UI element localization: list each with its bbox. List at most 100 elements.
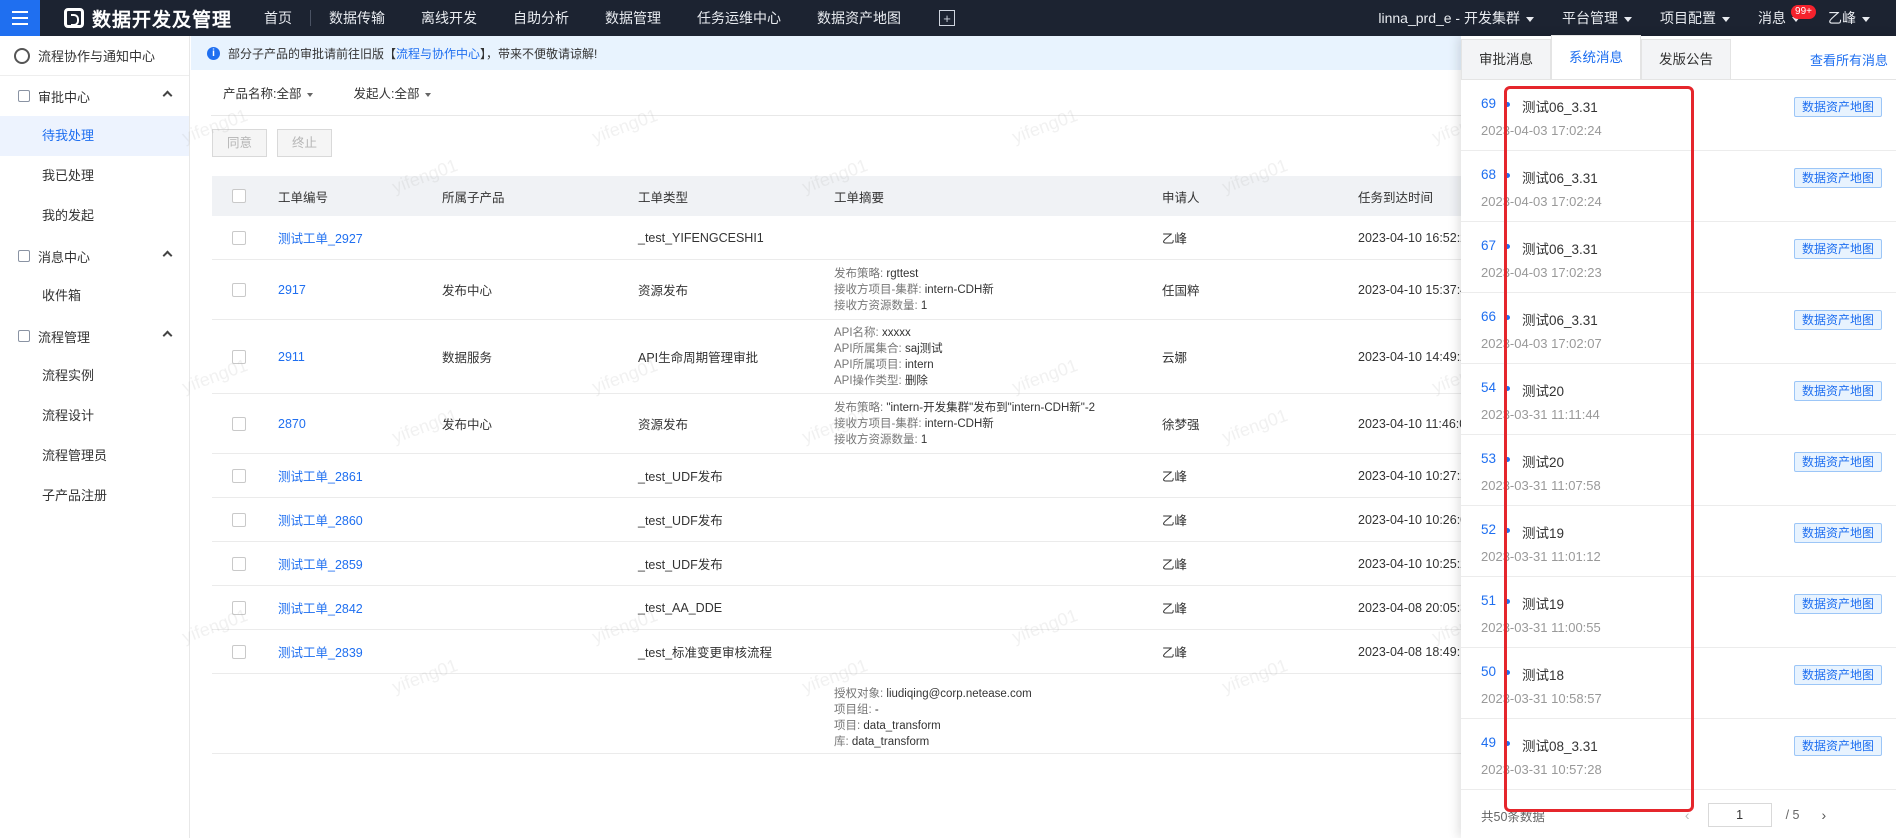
page-input[interactable]: 1	[1707, 803, 1772, 827]
row-checkbox[interactable]	[232, 468, 246, 483]
message-item[interactable]: 53 测试20 2023-03-31 11:07:58 数据资产地图	[1461, 435, 1896, 506]
nav-asset-map[interactable]: 数据资产地图	[799, 0, 919, 36]
row-checkbox[interactable]	[232, 282, 246, 297]
sidebar-item-admins[interactable]: 流程管理员	[0, 436, 189, 476]
add-nav-icon[interactable]: +	[939, 10, 956, 26]
message-item[interactable]: 54 测试20 2023-03-31 11:11:44 数据资产地图	[1461, 364, 1896, 435]
ticket-id-link[interactable]: 测试工单_2842	[262, 598, 426, 617]
table-row[interactable]: 测试工单_2842 _test_AA_DDE 乙峰 2023-04-08 20:05:…	[212, 586, 1652, 630]
cluster-selector[interactable]: linna_prd_e - 开发集群	[1364, 8, 1548, 28]
message-title[interactable]: 测试18	[1522, 664, 1564, 684]
nav-home[interactable]: 首页	[246, 0, 310, 36]
nav-data-management[interactable]: 数据管理	[587, 0, 679, 36]
message-item[interactable]: 49 测试08_3.31 2023-03-31 10:57:28 数据资产地图	[1461, 719, 1896, 790]
message-title[interactable]: 测试06_3.31	[1522, 309, 1598, 329]
ticket-id-link[interactable]: 2911	[262, 350, 426, 364]
initiator-filter[interactable]: 发起人:全部	[353, 83, 432, 102]
message-item[interactable]: 67 测试06_3.31 2023-04-03 17:02:23 数据资产地图	[1461, 222, 1896, 293]
nav-ops-center[interactable]: 任务运维中心	[679, 0, 799, 36]
message-title[interactable]: 测试06_3.31	[1522, 238, 1598, 258]
message-source-tag[interactable]: 数据资产地图	[1793, 523, 1882, 543]
user-menu[interactable]: 乙峰	[1814, 8, 1884, 28]
prev-page-icon[interactable]: ‹	[1685, 807, 1690, 823]
sidebar-group-approval[interactable]: 审批中心	[0, 76, 189, 116]
table-row[interactable]: 测试工单_2927 _test_YIFENGCESHI1 乙峰 2023-04-10 …	[212, 216, 1652, 260]
message-source-tag[interactable]: 数据资产地图	[1793, 310, 1882, 330]
approve-button[interactable]: 同意	[212, 129, 268, 157]
message-title[interactable]: 测试20	[1522, 451, 1564, 471]
message-title[interactable]: 测试19	[1522, 593, 1564, 613]
sidebar-item-subproduct-register[interactable]: 子产品注册	[0, 476, 189, 516]
table-row[interactable]: 2911 数据服务 API生命周期管理审批 API名称: xxxxx API所属集合: …	[212, 320, 1652, 394]
row-checkbox[interactable]	[232, 556, 246, 571]
select-all-checkbox[interactable]	[232, 189, 246, 203]
product-filter[interactable]: 产品名称:全部	[223, 83, 314, 102]
app-logo[interactable]: 数据开发及管理	[64, 5, 232, 32]
message-title[interactable]: 测试06_3.31	[1522, 96, 1598, 116]
sidebar-group-process[interactable]: 流程管理	[0, 316, 189, 356]
message-item[interactable]: 69 测试06_3.31 2023-04-03 17:02:24 数据资产地图	[1461, 80, 1896, 151]
message-title[interactable]: 测试08_3.31	[1522, 735, 1598, 755]
row-checkbox[interactable]	[232, 349, 246, 364]
sidebar-item-processed[interactable]: 我已处理	[0, 156, 189, 196]
message-source-tag[interactable]: 数据资产地图	[1793, 239, 1882, 259]
message-source-tag[interactable]: 数据资产地图	[1793, 736, 1882, 756]
message-item[interactable]: 66 测试06_3.31 2023-04-03 17:02:07 数据资产地图	[1461, 293, 1896, 364]
message-item[interactable]: 52 测试19 2023-03-31 11:01:12 数据资产地图	[1461, 506, 1896, 577]
col-summary[interactable]: 工单摘要	[818, 187, 1146, 206]
tab-approval-messages[interactable]: 审批消息	[1461, 39, 1551, 79]
tab-system-messages[interactable]: 系统消息	[1551, 35, 1641, 79]
view-all-messages-link[interactable]: 查看所有消息	[1810, 50, 1888, 69]
ticket-id-link[interactable]: 测试工单_2860	[262, 510, 426, 529]
message-title[interactable]: 测试19	[1522, 522, 1564, 542]
messages-menu[interactable]: 消息 99+	[1744, 5, 1816, 28]
row-checkbox[interactable]	[232, 600, 246, 615]
row-checkbox[interactable]	[232, 512, 246, 527]
message-item[interactable]: 51 测试19 2023-03-31 11:00:55 数据资产地图	[1461, 577, 1896, 648]
sidebar-group-messages[interactable]: 消息中心	[0, 236, 189, 276]
message-title[interactable]: 测试20	[1522, 380, 1564, 400]
col-product[interactable]: 所属子产品	[426, 187, 622, 206]
sidebar-item-design[interactable]: 流程设计	[0, 396, 189, 436]
ticket-id-link[interactable]: 测试工单_2861	[262, 466, 426, 485]
row-checkbox[interactable]	[232, 416, 246, 431]
row-checkbox[interactable]	[232, 644, 246, 659]
table-row[interactable]: 测试工单_2860 _test_UDF发布 乙峰 2023-04-10 10:26:0	[212, 498, 1652, 542]
platform-menu[interactable]: 平台管理	[1548, 8, 1646, 28]
ticket-id-link[interactable]: 测试工单_2859	[262, 554, 426, 573]
next-page-icon[interactable]: ›	[1821, 807, 1826, 823]
table-row[interactable]: 2870 发布中心 资源发布 发布策略: "intern-开发集群"发布到"inter…	[212, 394, 1652, 454]
ticket-id-link[interactable]: 2870	[262, 417, 426, 431]
menu-icon[interactable]	[0, 0, 40, 36]
message-item[interactable]: 50 测试18 2023-03-31 10:58:57 数据资产地图	[1461, 648, 1896, 719]
message-source-tag[interactable]: 数据资产地图	[1793, 594, 1882, 614]
ticket-id-link[interactable]: 测试工单_2839	[262, 642, 426, 661]
tab-release-notes[interactable]: 发版公告	[1641, 39, 1731, 79]
col-ticket-id[interactable]: 工单编号	[262, 187, 426, 206]
message-item[interactable]: 68 测试06_3.31 2023-04-03 17:02:24 数据资产地图	[1461, 151, 1896, 222]
col-applicant[interactable]: 申请人	[1146, 187, 1342, 206]
nav-data-transfer[interactable]: 数据传输	[311, 0, 403, 36]
message-source-tag[interactable]: 数据资产地图	[1793, 381, 1882, 401]
ticket-id-link[interactable]: 2917	[262, 283, 426, 297]
sidebar-item-pending[interactable]: 待我处理	[0, 116, 189, 156]
col-type[interactable]: 工单类型	[622, 187, 818, 206]
message-title[interactable]: 测试06_3.31	[1522, 167, 1598, 187]
table-row[interactable]: 测试工单_2861 _test_UDF发布 乙峰 2023-04-10 10:27:2	[212, 454, 1652, 498]
table-row[interactable]: 2917 发布中心 资源发布 发布策略: rgttest 接收方项目-集群: inter…	[212, 260, 1652, 320]
message-source-tag[interactable]: 数据资产地图	[1793, 665, 1882, 685]
message-source-tag[interactable]: 数据资产地图	[1793, 97, 1882, 117]
sidebar-item-inbox[interactable]: 收件箱	[0, 276, 189, 316]
row-checkbox[interactable]	[232, 230, 246, 245]
table-row[interactable]: 测试工单_2859 _test_UDF发布 乙峰 2023-04-10 10:25:2	[212, 542, 1652, 586]
sidebar-item-initiated[interactable]: 我的发起	[0, 196, 189, 236]
project-menu[interactable]: 项目配置	[1646, 8, 1744, 28]
terminate-button[interactable]: 终止	[277, 129, 333, 157]
notice-link[interactable]: 流程与协作中心	[396, 45, 480, 62]
table-row[interactable]: 授权对象: liudiqing@corp.netease.com 项目组: - 项目…	[212, 674, 1652, 754]
message-source-tag[interactable]: 数据资产地图	[1793, 168, 1882, 188]
sidebar-item-instances[interactable]: 流程实例	[0, 356, 189, 396]
table-row[interactable]: 测试工单_2839 _test_标准变更审核流程 乙峰 2023-04-08 18:4…	[212, 630, 1652, 674]
message-source-tag[interactable]: 数据资产地图	[1793, 452, 1882, 472]
ticket-id-link[interactable]: 测试工单_2927	[262, 228, 426, 247]
